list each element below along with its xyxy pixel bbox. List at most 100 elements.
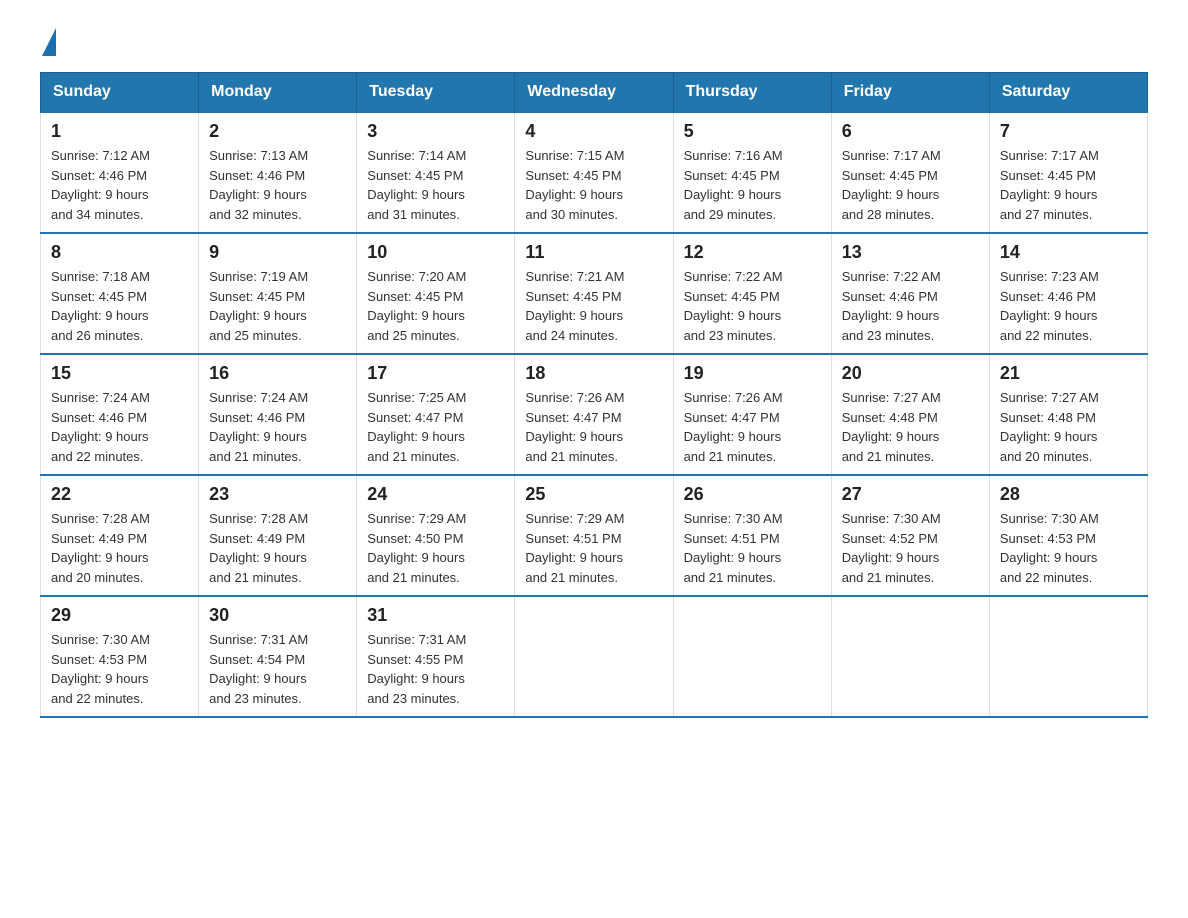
sunrise-label: Sunrise: [842, 511, 890, 526]
sunrise-label: Sunrise: [51, 269, 99, 284]
sunset-label: Sunset: [209, 652, 253, 667]
day-info: Sunrise: 7:29 AM Sunset: 4:51 PM Dayligh… [525, 509, 662, 587]
sunset-label: Sunset: [367, 168, 411, 183]
day-info: Sunrise: 7:30 AM Sunset: 4:53 PM Dayligh… [51, 630, 188, 708]
sunrise-label: Sunrise: [209, 390, 257, 405]
day-number: 7 [1000, 121, 1137, 142]
sunrise-label: Sunrise: [684, 511, 732, 526]
calendar-cell: 14 Sunrise: 7:23 AM Sunset: 4:46 PM Dayl… [989, 233, 1147, 354]
sunset-label: Sunset: [209, 531, 253, 546]
sunrise-label: Sunrise: [1000, 511, 1048, 526]
day-number: 28 [1000, 484, 1137, 505]
day-number: 6 [842, 121, 979, 142]
day-info: Sunrise: 7:24 AM Sunset: 4:46 PM Dayligh… [51, 388, 188, 466]
weekday-header-friday: Friday [831, 73, 989, 113]
daylight-label: Daylight: [209, 429, 260, 444]
day-info: Sunrise: 7:17 AM Sunset: 4:45 PM Dayligh… [842, 146, 979, 224]
sunrise-label: Sunrise: [684, 148, 732, 163]
calendar-cell: 20 Sunrise: 7:27 AM Sunset: 4:48 PM Dayl… [831, 354, 989, 475]
day-info: Sunrise: 7:26 AM Sunset: 4:47 PM Dayligh… [684, 388, 821, 466]
sunset-label: Sunset: [525, 289, 569, 304]
daylight-label: Daylight: [1000, 308, 1051, 323]
week-row-3: 15 Sunrise: 7:24 AM Sunset: 4:46 PM Dayl… [41, 354, 1148, 475]
day-number: 3 [367, 121, 504, 142]
daylight-label: Daylight: [51, 187, 102, 202]
sunrise-label: Sunrise: [51, 390, 99, 405]
calendar-cell: 23 Sunrise: 7:28 AM Sunset: 4:49 PM Dayl… [199, 475, 357, 596]
day-number: 12 [684, 242, 821, 263]
logo-triangle-icon [42, 28, 56, 56]
sunrise-label: Sunrise: [367, 269, 415, 284]
daylight-label: Daylight: [684, 187, 735, 202]
week-row-4: 22 Sunrise: 7:28 AM Sunset: 4:49 PM Dayl… [41, 475, 1148, 596]
sunset-label: Sunset: [1000, 410, 1044, 425]
daylight-label: Daylight: [525, 308, 576, 323]
sunset-label: Sunset: [684, 289, 728, 304]
day-number: 18 [525, 363, 662, 384]
day-info: Sunrise: 7:30 AM Sunset: 4:51 PM Dayligh… [684, 509, 821, 587]
sunrise-label: Sunrise: [209, 269, 257, 284]
day-info: Sunrise: 7:17 AM Sunset: 4:45 PM Dayligh… [1000, 146, 1137, 224]
daylight-label: Daylight: [684, 550, 735, 565]
day-info: Sunrise: 7:13 AM Sunset: 4:46 PM Dayligh… [209, 146, 346, 224]
calendar-cell: 11 Sunrise: 7:21 AM Sunset: 4:45 PM Dayl… [515, 233, 673, 354]
day-number: 14 [1000, 242, 1137, 263]
sunset-label: Sunset: [367, 652, 411, 667]
day-info: Sunrise: 7:21 AM Sunset: 4:45 PM Dayligh… [525, 267, 662, 345]
sunrise-label: Sunrise: [367, 390, 415, 405]
sunrise-label: Sunrise: [367, 148, 415, 163]
daylight-label: Daylight: [842, 308, 893, 323]
day-number: 20 [842, 363, 979, 384]
calendar-cell: 28 Sunrise: 7:30 AM Sunset: 4:53 PM Dayl… [989, 475, 1147, 596]
sunrise-label: Sunrise: [209, 148, 257, 163]
calendar-cell: 19 Sunrise: 7:26 AM Sunset: 4:47 PM Dayl… [673, 354, 831, 475]
day-info: Sunrise: 7:16 AM Sunset: 4:45 PM Dayligh… [684, 146, 821, 224]
daylight-label: Daylight: [367, 187, 418, 202]
day-info: Sunrise: 7:29 AM Sunset: 4:50 PM Dayligh… [367, 509, 504, 587]
calendar-cell: 18 Sunrise: 7:26 AM Sunset: 4:47 PM Dayl… [515, 354, 673, 475]
sunset-label: Sunset: [209, 410, 253, 425]
calendar-cell [515, 596, 673, 717]
calendar-cell: 30 Sunrise: 7:31 AM Sunset: 4:54 PM Dayl… [199, 596, 357, 717]
calendar-cell: 8 Sunrise: 7:18 AM Sunset: 4:45 PM Dayli… [41, 233, 199, 354]
day-number: 23 [209, 484, 346, 505]
sunset-label: Sunset: [525, 168, 569, 183]
daylight-label: Daylight: [684, 308, 735, 323]
calendar-cell: 16 Sunrise: 7:24 AM Sunset: 4:46 PM Dayl… [199, 354, 357, 475]
sunset-label: Sunset: [684, 531, 728, 546]
calendar-cell: 7 Sunrise: 7:17 AM Sunset: 4:45 PM Dayli… [989, 112, 1147, 233]
calendar-cell: 5 Sunrise: 7:16 AM Sunset: 4:45 PM Dayli… [673, 112, 831, 233]
sunset-label: Sunset: [684, 168, 728, 183]
day-info: Sunrise: 7:19 AM Sunset: 4:45 PM Dayligh… [209, 267, 346, 345]
sunrise-label: Sunrise: [367, 632, 415, 647]
weekday-header-saturday: Saturday [989, 73, 1147, 113]
logo [40, 30, 56, 52]
sunrise-label: Sunrise: [1000, 269, 1048, 284]
page-header [40, 30, 1148, 52]
day-number: 17 [367, 363, 504, 384]
sunset-label: Sunset: [842, 531, 886, 546]
weekday-header-monday: Monday [199, 73, 357, 113]
daylight-label: Daylight: [367, 550, 418, 565]
daylight-label: Daylight: [51, 308, 102, 323]
sunrise-label: Sunrise: [842, 269, 890, 284]
sunrise-label: Sunrise: [209, 632, 257, 647]
day-number: 4 [525, 121, 662, 142]
daylight-label: Daylight: [525, 550, 576, 565]
sunrise-label: Sunrise: [842, 148, 890, 163]
calendar-cell: 31 Sunrise: 7:31 AM Sunset: 4:55 PM Dayl… [357, 596, 515, 717]
daylight-label: Daylight: [684, 429, 735, 444]
sunrise-label: Sunrise: [209, 511, 257, 526]
daylight-label: Daylight: [209, 671, 260, 686]
day-info: Sunrise: 7:31 AM Sunset: 4:54 PM Dayligh… [209, 630, 346, 708]
day-info: Sunrise: 7:20 AM Sunset: 4:45 PM Dayligh… [367, 267, 504, 345]
day-info: Sunrise: 7:14 AM Sunset: 4:45 PM Dayligh… [367, 146, 504, 224]
sunrise-label: Sunrise: [51, 148, 99, 163]
day-info: Sunrise: 7:24 AM Sunset: 4:46 PM Dayligh… [209, 388, 346, 466]
day-info: Sunrise: 7:30 AM Sunset: 4:52 PM Dayligh… [842, 509, 979, 587]
sunrise-label: Sunrise: [525, 390, 573, 405]
weekday-header-tuesday: Tuesday [357, 73, 515, 113]
sunset-label: Sunset: [842, 289, 886, 304]
calendar-cell: 13 Sunrise: 7:22 AM Sunset: 4:46 PM Dayl… [831, 233, 989, 354]
daylight-label: Daylight: [209, 308, 260, 323]
